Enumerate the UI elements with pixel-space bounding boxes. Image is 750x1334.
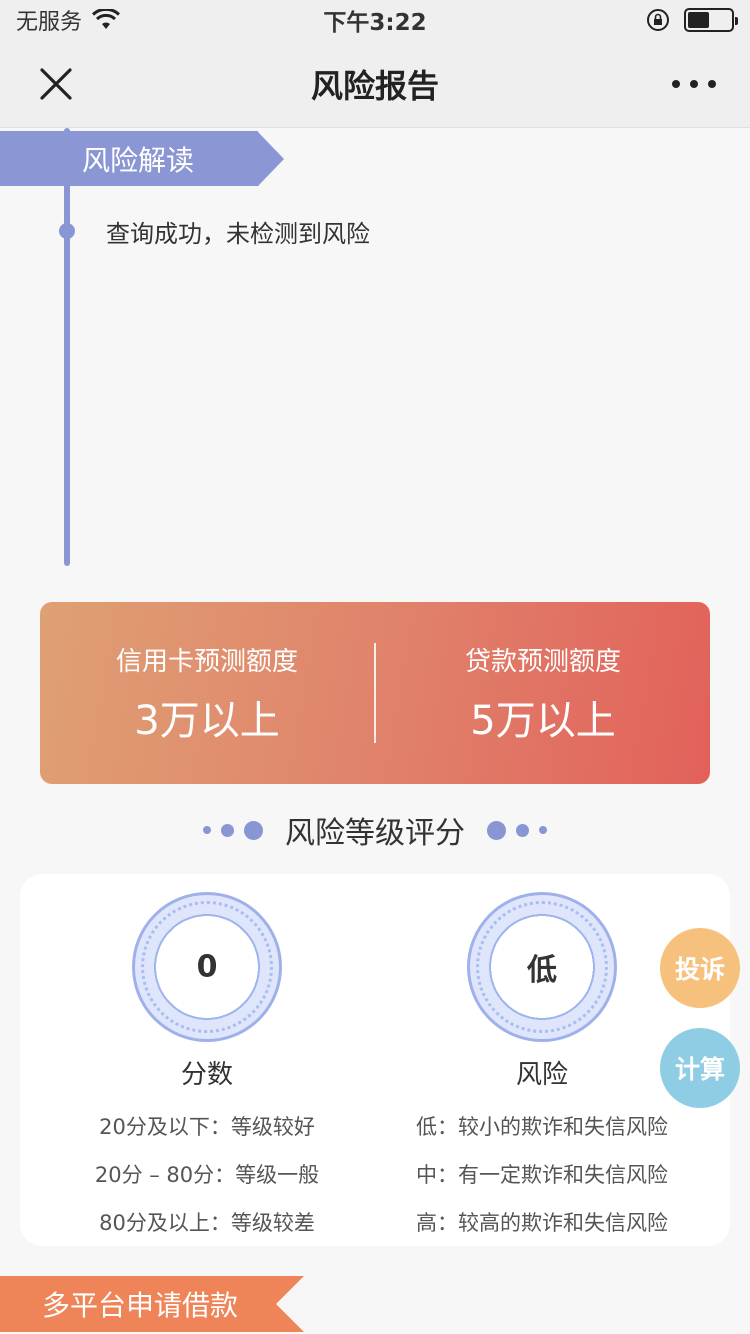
loan-quota-label: 贷款预测额度 (464, 646, 621, 677)
orientation-lock-icon (647, 9, 669, 31)
wifi-icon (92, 9, 121, 29)
risk-column: 低 风险 低：较小的欺诈和失信风险 中：有一定欺诈和失信风险 高：较高的欺诈和失… (377, 892, 707, 1247)
risk-legend-item: 中：有一定欺诈和失信风险 (416, 1163, 668, 1187)
risk-message: 查询成功，未检测到风险 (106, 220, 370, 248)
credit-card-quota-label: 信用卡预测额度 (115, 646, 298, 677)
risk-badge: 低 (467, 892, 617, 1042)
score-column: 0 分数 20分及以下：等级较好 20分 – 80分：等级一般 80分及以上：等… (42, 892, 372, 1247)
nav-bar: 风险报告 (0, 40, 750, 128)
score-legend-item: 20分及以下：等级较好 (99, 1115, 315, 1139)
credit-card-quota: 信用卡预测额度 3万以上 (40, 641, 374, 746)
close-button[interactable] (34, 62, 78, 106)
heading-dot (203, 826, 211, 834)
score-legend-item: 80分及以上：等级较差 (99, 1211, 315, 1235)
multi-platform-section-title: 多平台申请借款 (0, 1276, 276, 1332)
credit-card-quota-value: 3万以上 (134, 697, 280, 744)
multi-platform-section-ribbon: 多平台申请借款 (0, 1276, 304, 1332)
risk-caption: 风险 (515, 1060, 568, 1090)
more-icon-dot (708, 80, 716, 88)
score-value: 0 (196, 949, 218, 985)
risk-legend-item: 高：较高的欺诈和失信风险 (416, 1211, 668, 1235)
timeline-dot (59, 223, 75, 239)
score-heading: 风险等级评分 (0, 808, 750, 852)
ribbon-tip (258, 131, 284, 186)
battery-icon (684, 8, 738, 32)
heading-dot (221, 823, 234, 837)
score-badge: 0 (132, 892, 282, 1042)
score-legend-item: 20分 – 80分：等级一般 (94, 1163, 320, 1187)
heading-dot (516, 823, 529, 837)
timeline-line (64, 128, 70, 566)
battery-level (688, 12, 709, 28)
risk-legend: 低：较小的欺诈和失信风险 中：有一定欺诈和失信风险 高：较高的欺诈和失信风险 (377, 1103, 707, 1247)
risk-legend-item: 低：较小的欺诈和失信风险 (416, 1115, 668, 1139)
calculate-button[interactable]: 计算 (660, 1028, 740, 1108)
heading-dot (539, 826, 547, 834)
status-bar: 无服务 下午3:22 (0, 0, 750, 40)
close-icon (40, 68, 72, 100)
page-title: 风险报告 (310, 66, 439, 105)
quota-card: 信用卡预测额度 3万以上 贷款预测额度 5万以上 (40, 602, 710, 784)
more-icon-dot (690, 80, 698, 88)
more-button[interactable] (672, 62, 716, 106)
complaint-button[interactable]: 投诉 (660, 928, 740, 1008)
heading-dot (244, 820, 263, 840)
ribbon-tip (276, 1276, 304, 1332)
risk-value: 低 (527, 953, 557, 988)
loan-quota: 贷款预测额度 5万以上 (376, 641, 710, 746)
risk-section-title: 风险解读 (0, 131, 258, 186)
risk-section-ribbon: 风险解读 (0, 131, 284, 186)
score-panel: 0 分数 20分及以下：等级较好 20分 – 80分：等级一般 80分及以上：等… (20, 874, 730, 1246)
score-legend: 20分及以下：等级较好 20分 – 80分：等级一般 80分及以上：等级较差 (42, 1103, 372, 1247)
more-icon-dot (672, 80, 680, 88)
loan-quota-value: 5万以上 (470, 697, 616, 744)
carrier-label: 无服务 (16, 10, 83, 35)
score-section-title: 风险等级评分 (285, 816, 465, 851)
score-caption: 分数 (180, 1060, 233, 1090)
heading-dot (487, 820, 506, 840)
